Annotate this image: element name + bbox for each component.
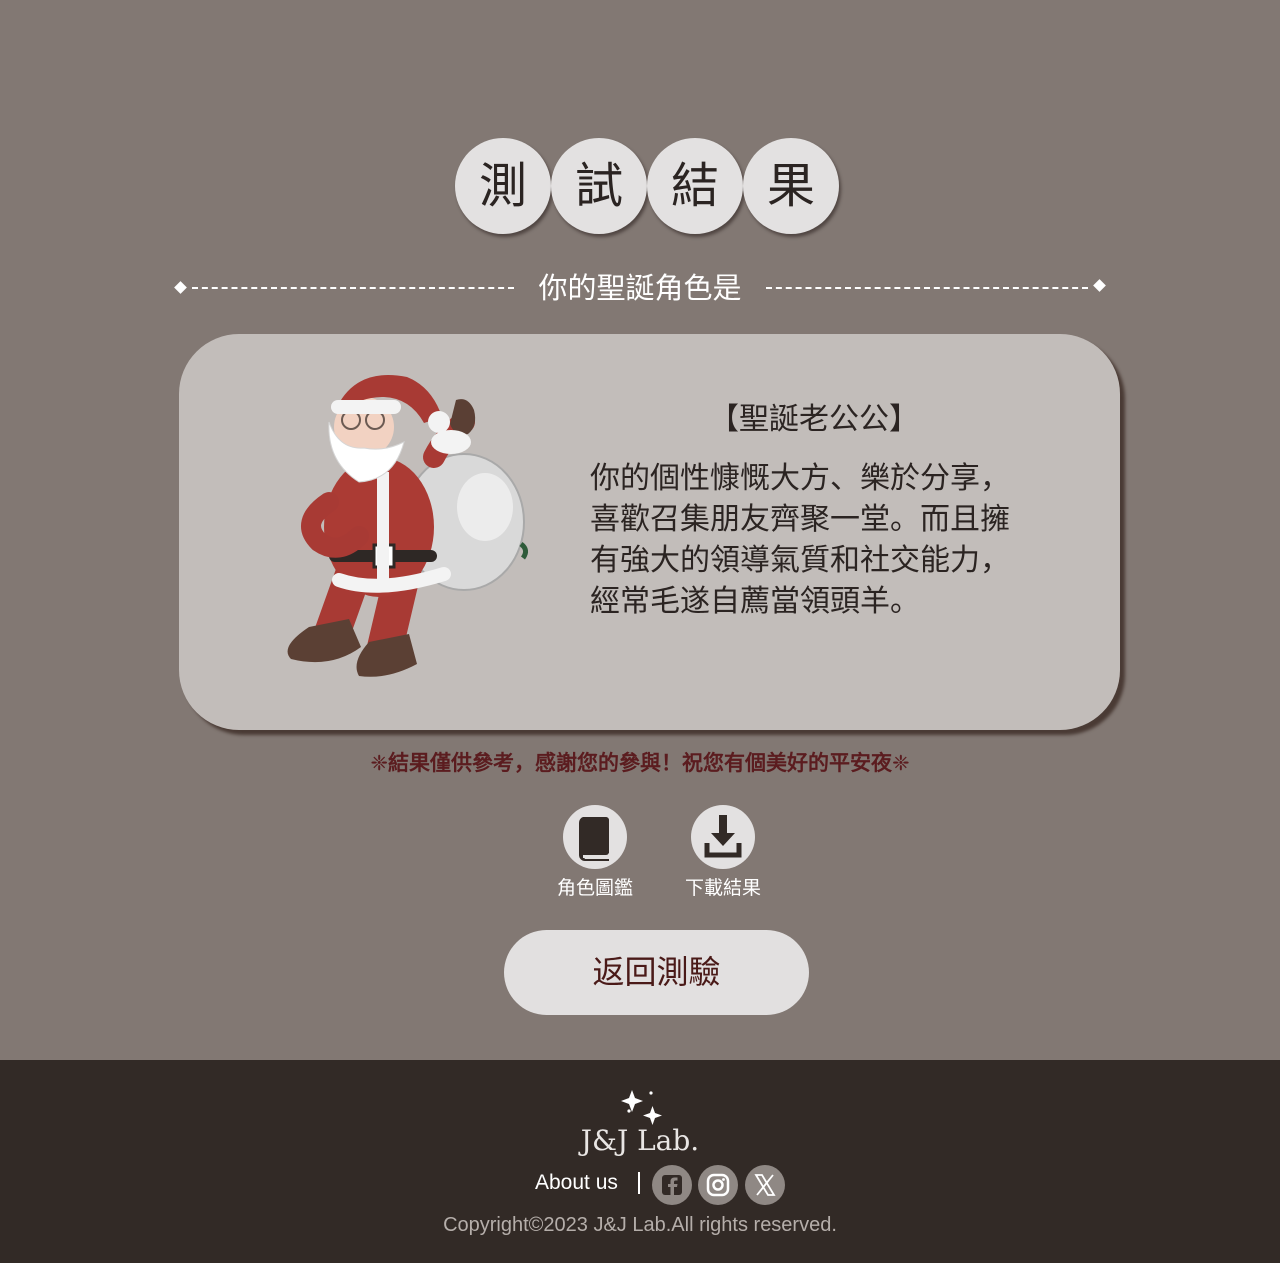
dashed-divider [766,287,1088,289]
instagram-icon [706,1173,730,1197]
instagram-link[interactable] [698,1165,738,1205]
brand-logo[interactable]: J&J Lab. [560,1078,720,1158]
footer: J&J Lab. About us Copyright©2023 J&J Lab… [0,1060,1280,1263]
brand-name: J&J Lab. [580,1124,700,1157]
result-character-name: 【聖誕老公公】 [709,402,919,437]
page-title: 測 試 結 果 [455,138,845,238]
character-gallery-label: 角色圖鑑 [556,877,633,899]
santa-illustration [287,375,529,677]
title-char: 測 [455,138,551,234]
title-char: 結 [647,138,743,234]
copyright-text: Copyright©2023 J&J Lab.All rights reserv… [443,1214,837,1236]
sparkle-icon [621,1090,662,1125]
thank-you-note: ❈結果僅供參考，感謝您的參與！祝您有個美好的平安夜❈ [370,751,910,775]
facebook-icon [662,1175,682,1195]
back-to-quiz-button[interactable]: 返回測驗 [504,930,809,1015]
about-us-link[interactable]: About us [535,1168,618,1198]
subtitle: 你的聖誕角色是 [538,271,742,305]
action-circle [563,805,627,869]
result-card: 【聖誕老公公】 你的個性慷慨大方、樂於分享，喜歡召集朋友齊聚一堂。而且擁有強大的… [179,334,1120,730]
x-link[interactable] [745,1165,785,1205]
download-result-label: 下載結果 [684,877,761,899]
subtitle-row: 你的聖誕角色是 [170,266,1110,310]
action-circle [691,805,755,869]
x-icon [754,1174,776,1196]
divider [638,1172,640,1194]
title-char: 果 [743,138,839,234]
book-icon [578,817,609,861]
dashed-divider [192,287,514,289]
action-buttons: 角色圖鑑 下載結果 [540,805,780,905]
character-gallery-button[interactable]: 角色圖鑑 [540,805,650,905]
diamond-icon [174,281,187,294]
main-section: 測 試 結 果 你的聖誕角色是 【聖誕老公公】 你的個性慷慨大方、樂於分享，喜歡… [0,0,1280,1060]
download-icon [704,815,742,858]
result-description: 你的個性慷慨大方、樂於分享，喜歡召集朋友齊聚一堂。而且擁有強大的領導氣質和社交能… [590,461,1010,619]
title-char: 試 [551,138,647,234]
download-result-button[interactable]: 下載結果 [668,805,778,905]
facebook-link[interactable] [652,1165,692,1205]
diamond-icon [1093,279,1106,292]
